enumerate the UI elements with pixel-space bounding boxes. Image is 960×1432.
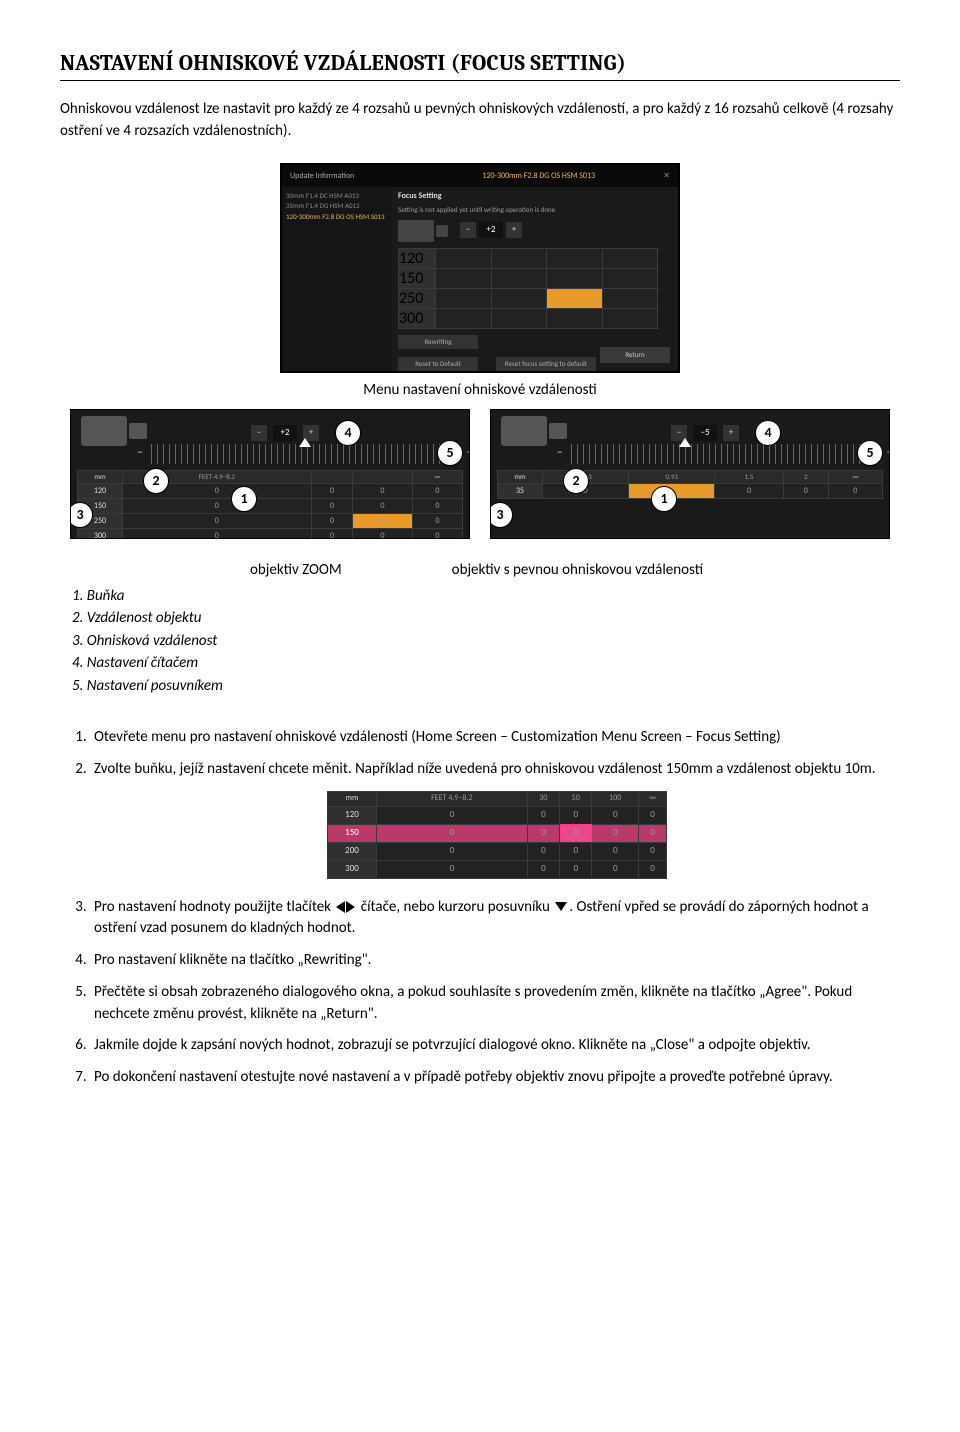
callout-4: 4 bbox=[335, 420, 361, 446]
rewriting-button: Rewriting bbox=[398, 335, 478, 349]
slider-cursor-icon bbox=[679, 438, 691, 447]
zoom-label: objektiv ZOOM bbox=[250, 561, 342, 579]
callout-5: 5 bbox=[857, 440, 883, 466]
counter-value: +2 bbox=[479, 222, 503, 238]
slider-ruler bbox=[571, 444, 879, 464]
reset-focus-button: Reset focus setting to default bbox=[496, 357, 596, 371]
step-5: Přečtěte si obsah zobrazeného dialogovéh… bbox=[90, 982, 900, 1026]
camera-icon bbox=[81, 416, 127, 446]
zoom-lens-screenshot: − +2 + 4 5 mmFEET 4.9−8.2∞ 1200000 15000… bbox=[70, 409, 470, 539]
callout-1: 1 bbox=[231, 486, 257, 512]
slider-ruler bbox=[151, 444, 459, 464]
callout-legend: 1. Buňka 2. Vzdálenost objektu 3. Ohnisk… bbox=[72, 585, 900, 698]
sidebar-item-selected: 120-300mm F2.8 DG OS HSM S013 bbox=[286, 212, 388, 223]
reset-default-button: Reset to Default bbox=[398, 357, 478, 371]
step-2: Zvolte buňku, jejíž nastavení chcete měn… bbox=[90, 759, 900, 879]
example-table: mm FEET 4.9–8.2 30 50 100 ∞ 120 0 0 0 0 … bbox=[327, 791, 667, 879]
step-6: Jakmile dojde k zapsání nových hodnot, z… bbox=[90, 1035, 900, 1057]
steps-list: Otevřete menu pro nastavení ohniskové vz… bbox=[60, 727, 900, 1089]
panel-subtitle: Setting is not applied yet until writing… bbox=[392, 205, 678, 218]
sidebar-item: 30mm F1.4 DC HSM A013 bbox=[286, 191, 388, 202]
heading-rule bbox=[60, 80, 900, 81]
callout-4: 4 bbox=[755, 420, 781, 446]
callout-1: 1 bbox=[651, 486, 677, 512]
return-button: Return bbox=[600, 347, 670, 363]
page-heading: NASTAVENÍ OHNISKOVÉ VZDÁLENOSTI (FOCUS S… bbox=[60, 50, 900, 76]
slider-cursor-icon bbox=[299, 438, 311, 447]
counter-value: −5 bbox=[693, 425, 717, 441]
prime-label: objektiv s pevnou ohniskovou vzdáleností bbox=[442, 561, 703, 579]
tab-update-info: Update Information bbox=[290, 171, 354, 181]
step-4: Pro nastavení klikněte na tlačítko „Rewr… bbox=[90, 950, 900, 972]
callout-5: 5 bbox=[437, 440, 463, 466]
minus-icon: − bbox=[460, 222, 476, 238]
counter-value: +2 bbox=[273, 425, 297, 441]
prime-lens-screenshot: − −5 + 4 5 mm0.930.931.52∞ 3500000 1 2 3 bbox=[490, 409, 890, 539]
down-triangle-icon bbox=[555, 902, 567, 911]
callout-2: 2 bbox=[563, 468, 589, 494]
callout-3: 3 bbox=[490, 502, 513, 528]
callout-3: 3 bbox=[70, 502, 93, 528]
screenshot-caption: Menu nastavení ohniskové vzdálenosti bbox=[60, 381, 900, 399]
close-icon: ✕ bbox=[663, 171, 670, 181]
left-right-arrows-icon bbox=[336, 901, 355, 913]
lens-sidebar: 30mm F1.4 DC HSM A013 35mm F1.4 DG HSM A… bbox=[282, 187, 392, 371]
minus-icon: − bbox=[251, 425, 267, 441]
plus-icon: + bbox=[723, 425, 739, 441]
step-3: Pro nastavení hodnoty použijte tlačítek … bbox=[90, 897, 900, 941]
callout-2: 2 bbox=[143, 468, 169, 494]
focus-table: 120 150 250 300 bbox=[398, 248, 658, 329]
panel-title: Focus Setting bbox=[392, 187, 678, 205]
window-title: 120-300mm F2.8 DG OS HSM S013 bbox=[482, 171, 595, 181]
intro-paragraph: Ohniskovou vzdálenost lze nastavit pro k… bbox=[60, 99, 900, 143]
step-7: Po dokončení nastavení otestujte nové na… bbox=[90, 1067, 900, 1089]
plus-icon: + bbox=[506, 222, 522, 238]
camera-icon bbox=[501, 416, 547, 446]
step-1: Otevřete menu pro nastavení ohniskové vz… bbox=[90, 727, 900, 749]
camera-icon bbox=[398, 220, 434, 242]
focus-setting-screenshot: Update Information 120-300mm F2.8 DG OS … bbox=[280, 163, 680, 373]
sidebar-item: 35mm F1.4 DG HSM A012 bbox=[286, 201, 388, 212]
